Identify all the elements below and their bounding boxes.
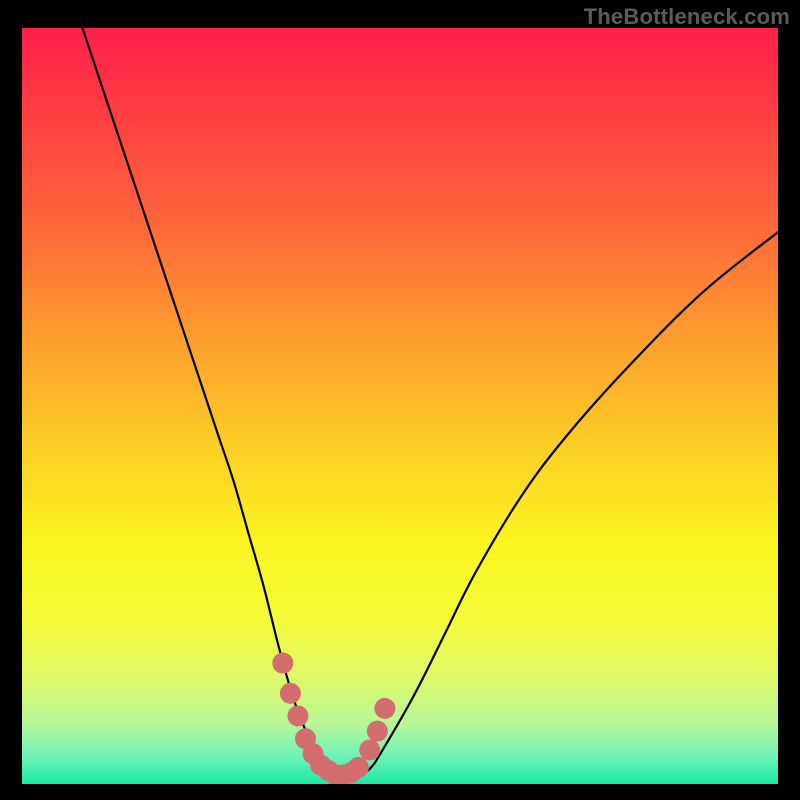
marker-dot <box>374 698 395 719</box>
marker-dot <box>348 757 369 778</box>
gradient-background <box>22 28 778 784</box>
watermark-text: TheBottleneck.com <box>584 4 790 30</box>
plot-area <box>22 28 778 784</box>
plot-svg <box>22 28 778 784</box>
marker-dot <box>367 721 388 742</box>
marker-dot <box>280 683 301 704</box>
marker-dot <box>359 739 380 760</box>
marker-dot <box>272 653 293 674</box>
chart-stage: TheBottleneck.com <box>0 0 800 800</box>
marker-dot <box>287 705 308 726</box>
